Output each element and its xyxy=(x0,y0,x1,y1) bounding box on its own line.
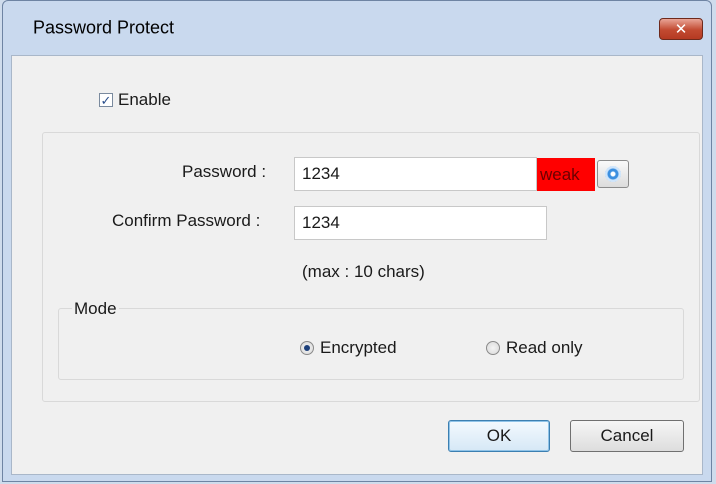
mode-legend: Mode xyxy=(72,299,119,319)
enable-checkbox[interactable]: ✓ xyxy=(99,93,113,107)
cancel-button[interactable]: Cancel xyxy=(570,420,684,452)
max-length-hint: (max : 10 chars) xyxy=(302,262,425,281)
password-protect-dialog: Password Protect ✕ ✓ Enable Password : 1… xyxy=(2,0,712,482)
confirm-password-label: Confirm Password : xyxy=(112,211,261,230)
close-button[interactable]: ✕ xyxy=(659,18,703,40)
confirm-password-value: 1234 xyxy=(302,213,340,232)
ok-button[interactable]: OK xyxy=(448,420,550,452)
mode-option-read-only[interactable]: Read only xyxy=(486,338,583,358)
confirm-password-field[interactable]: 1234 xyxy=(294,206,547,240)
dialog-body: ✓ Enable Password : 1234 weak Confirm Pa… xyxy=(11,55,703,475)
title-bar[interactable]: Password Protect ✕ xyxy=(3,1,711,41)
mode-option-encrypted[interactable]: Encrypted xyxy=(300,338,397,358)
strength-text: weak xyxy=(540,164,580,184)
dialog-title: Password Protect xyxy=(33,17,175,38)
encrypted-radio[interactable] xyxy=(300,341,314,355)
close-icon: ✕ xyxy=(674,21,688,38)
encrypted-label: Encrypted xyxy=(320,338,397,357)
password-value: 1234 xyxy=(302,164,340,183)
eye-icon xyxy=(605,166,621,182)
enable-label: Enable xyxy=(118,90,171,109)
read-only-label: Read only xyxy=(506,338,583,357)
ok-label: OK xyxy=(486,426,512,445)
read-only-radio[interactable] xyxy=(486,341,500,355)
strength-indicator: weak xyxy=(537,158,595,191)
checkmark-icon: ✓ xyxy=(100,92,112,108)
password-field[interactable]: 1234 xyxy=(294,157,537,191)
cancel-label: Cancel xyxy=(600,426,654,445)
show-password-button[interactable] xyxy=(597,160,629,188)
password-label: Password : xyxy=(182,162,267,181)
enable-checkbox-row[interactable]: ✓ Enable xyxy=(99,90,171,110)
